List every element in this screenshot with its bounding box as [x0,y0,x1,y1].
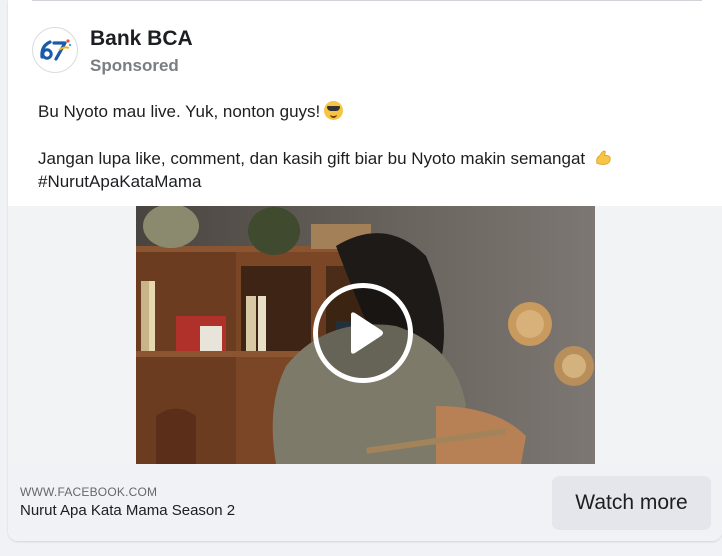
post-text-line-1: Bu Nyoto mau live. Yuk, nonton guys! [38,100,688,123]
link-domain: WWW.FACEBOOK.COM [20,485,158,499]
post-text-1: Bu Nyoto mau live. Yuk, nonton guys! [38,102,321,121]
post-hashtag[interactable]: #NurutApaKataMama [38,170,688,193]
post-header: Bank BCA Sponsored [32,27,193,79]
video-player[interactable] [136,206,595,464]
sponsored-post-card: Bank BCA Sponsored Bu Nyoto mau live. Yu… [8,0,722,541]
play-icon [351,312,383,354]
sunglasses-emoji-icon [324,101,344,120]
post-text-2: Jangan lupa like, comment, dan kasih gif… [38,149,586,168]
page-name[interactable]: Bank BCA [90,27,193,51]
post-message: Bu Nyoto mau live. Yuk, nonton guys! Jan… [38,100,688,193]
sponsored-label[interactable]: Sponsored [90,56,193,76]
link-title[interactable]: Nurut Apa Kata Mama Season 2 [20,502,235,519]
play-button[interactable] [313,283,413,383]
page-avatar[interactable] [32,27,78,73]
watch-more-button[interactable]: Watch more [552,476,711,530]
media-area [8,206,722,464]
link-preview-footer[interactable]: WWW.FACEBOOK.COM Nurut Apa Kata Mama Sea… [8,464,722,541]
flexed-biceps-emoji-icon [596,150,611,165]
bca-67-logo-icon [40,39,72,61]
post-text-line-2: Jangan lupa like, comment, dan kasih gif… [38,147,688,170]
top-divider [32,0,702,1]
